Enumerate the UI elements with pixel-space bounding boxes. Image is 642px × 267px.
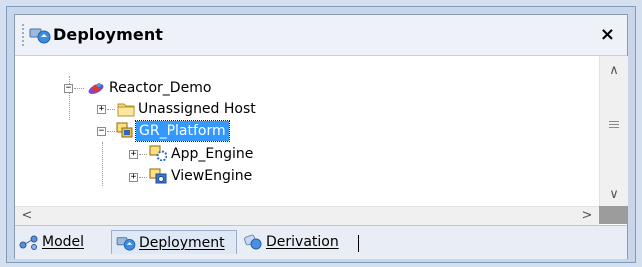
- bottom-tab-strip: Model Deployment Derivation: [15, 225, 627, 259]
- tab-deployment-label: Deployment: [139, 234, 225, 251]
- folder-icon: [117, 103, 135, 117]
- panel-title: Deployment: [53, 25, 164, 44]
- scroll-up-icon[interactable]: ∧: [600, 60, 628, 82]
- tree-node-label[interactable]: App_Engine: [171, 144, 253, 164]
- tab-derivation-label: Derivation: [266, 234, 339, 250]
- collapse-toggle[interactable]: −: [97, 127, 106, 136]
- scroll-left-icon[interactable]: <: [17, 207, 37, 225]
- collapse-toggle[interactable]: −: [64, 84, 73, 93]
- horizontal-scrollbar[interactable]: < >: [15, 206, 599, 225]
- engine-icon: [149, 145, 167, 161]
- tree-connector: [107, 109, 115, 111]
- scroll-thumb[interactable]: [609, 119, 619, 129]
- tab-model[interactable]: Model: [19, 230, 109, 254]
- derivation-icon: [243, 234, 262, 250]
- tree-connector: [139, 177, 147, 179]
- model-icon: [19, 235, 38, 250]
- deployment-panel: Deployment × − Reactor_Demo + Unassigned…: [14, 14, 628, 259]
- tree-node-label-selected[interactable]: GR_Platform: [135, 120, 230, 142]
- tree-connector: [74, 88, 84, 90]
- expand-toggle[interactable]: +: [97, 105, 106, 114]
- vertical-scrollbar[interactable]: ∧ ∨: [599, 56, 628, 206]
- expand-toggle[interactable]: +: [129, 173, 138, 182]
- tab-derivation[interactable]: Derivation: [243, 230, 353, 254]
- tree-connector: [107, 131, 115, 133]
- tree-node-label[interactable]: ViewEngine: [171, 166, 252, 186]
- scroll-down-icon[interactable]: ∨: [600, 184, 628, 206]
- deployment-icon: [29, 28, 51, 44]
- tree-node-label[interactable]: Unassigned Host: [138, 99, 256, 119]
- tree-node-label[interactable]: Reactor_Demo: [109, 78, 211, 98]
- close-button[interactable]: ×: [600, 24, 615, 46]
- tree-connector: [102, 142, 104, 186]
- tree-connector: [139, 154, 147, 156]
- scroll-right-icon[interactable]: >: [577, 207, 597, 225]
- deployment-icon: [116, 236, 136, 251]
- scrollbar-corner: [599, 206, 627, 224]
- panel-titlebar[interactable]: Deployment ×: [15, 15, 627, 56]
- drag-grip[interactable]: [21, 23, 25, 47]
- expand-toggle[interactable]: +: [129, 150, 138, 159]
- galaxy-icon: [88, 83, 104, 94]
- tab-deployment[interactable]: Deployment: [111, 230, 237, 254]
- text-caret: [358, 235, 359, 252]
- view-engine-icon: [149, 168, 167, 184]
- platform-icon: [116, 122, 133, 138]
- deployment-tree[interactable]: − Reactor_Demo + Unassigned Host − GR_Pl…: [15, 56, 599, 206]
- tab-model-label: Model: [42, 234, 85, 250]
